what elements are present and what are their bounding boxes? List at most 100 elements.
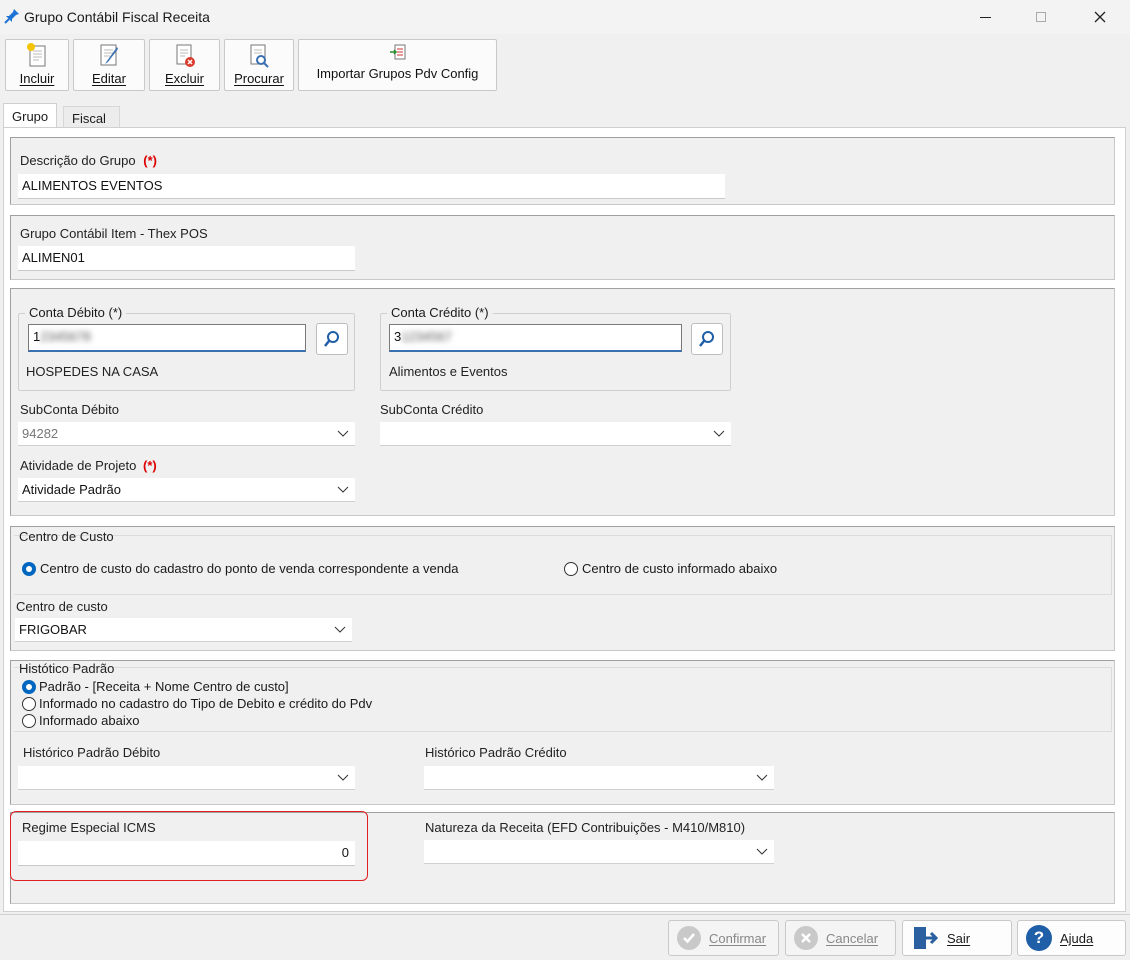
close-icon [1094, 11, 1106, 23]
item-input[interactable]: ALIMEN01 [18, 246, 355, 271]
radio-empty-icon [22, 696, 36, 711]
required-mark: (*) [143, 153, 157, 168]
search-icon [324, 331, 339, 347]
procurar-button[interactable]: Procurar [224, 39, 294, 91]
close-button[interactable] [1077, 0, 1123, 34]
natureza-select[interactable] [424, 840, 774, 864]
tab-grupo[interactable]: Grupo [3, 103, 58, 128]
descricao-label-text: Descrição do Grupo [20, 153, 136, 168]
radio-empty-icon [564, 561, 578, 576]
conta-credito-input[interactable]: 31234567 [389, 324, 682, 352]
minimize-icon [979, 16, 991, 18]
atividade-value: Atividade Padrão [22, 482, 122, 497]
descricao-label: Descrição do Grupo (*) [20, 153, 157, 168]
window-title: Grupo Contábil Fiscal Receita [24, 9, 210, 25]
descricao-input[interactable]: ALIMENTOS EVENTOS [18, 174, 725, 199]
required-mark: (*) [142, 458, 157, 473]
conta-debito-redacted: 2345678 [40, 329, 91, 344]
conta-debito-search-button[interactable] [316, 323, 348, 355]
centro-custo-value: FRIGOBAR [19, 622, 87, 637]
confirmar-button[interactable]: Confirmar [668, 920, 779, 956]
editar-button[interactable]: Editar [73, 39, 145, 91]
chevron-down-icon [334, 626, 346, 633]
regime-input[interactable]: 0 [18, 841, 355, 866]
centro-combo-label: Centro de custo [16, 599, 108, 614]
chevron-down-icon [337, 430, 349, 437]
help-icon: ? [1026, 925, 1052, 951]
incluir-label: Incluir [19, 71, 55, 86]
historico-debito-label: Histórico Padrão Débito [23, 745, 161, 760]
importar-button[interactable]: Importar Grupos Pdv Config [298, 39, 497, 91]
centro-option1-label: Centro de custo do cadastro do ponto de … [40, 561, 459, 576]
conta-credito-title: Conta Crédito (*) [387, 305, 493, 320]
centro-custo-select[interactable]: FRIGOBAR [15, 618, 352, 642]
chevron-down-icon [756, 774, 768, 781]
historico-title: Histótico Padrão [19, 661, 115, 676]
tab-fiscal[interactable]: Fiscal [63, 106, 120, 128]
sair-button[interactable]: Sair [902, 920, 1012, 956]
cancel-icon [794, 926, 818, 950]
delete-document-icon [176, 44, 195, 67]
ajuda-button[interactable]: ? Ajuda [1017, 920, 1126, 956]
edit-document-icon [100, 44, 118, 66]
atividade-label-text: Atividade de Projeto [20, 458, 137, 473]
editar-label: Editar [92, 71, 126, 86]
centro-option1[interactable]: Centro de custo do cadastro do ponto de … [22, 561, 458, 576]
pin-icon [4, 8, 20, 24]
conta-credito-redacted: 1234567 [401, 329, 452, 344]
historico-credito-label: Histórico Padrão Crédito [425, 745, 567, 760]
radio-empty-icon [22, 713, 36, 728]
maximize-icon [1036, 12, 1046, 22]
subconta-credito-select[interactable] [380, 422, 731, 446]
check-icon [677, 926, 701, 950]
sair-label: Sair [947, 930, 971, 946]
subconta-debito-select[interactable]: 94282 [18, 422, 355, 446]
conta-credito-desc: Alimentos e Eventos [389, 364, 508, 379]
subconta-credito-label: SubConta Crédito [380, 402, 484, 417]
minimize-button[interactable] [962, 0, 1008, 34]
subconta-debito-label: SubConta Débito [20, 402, 120, 417]
chevron-down-icon [713, 430, 725, 437]
exit-icon [914, 927, 939, 949]
item-label: Grupo Contábil Item - Thex POS [20, 226, 208, 241]
radio-selected-icon [22, 679, 36, 694]
conta-credito-search-button[interactable] [691, 323, 723, 355]
centro-option2-label: Centro de custo informado abaixo [582, 561, 778, 576]
procurar-label: Procurar [234, 71, 284, 86]
conta-debito-input[interactable]: 12345678 [28, 324, 306, 352]
maximize-button[interactable] [1018, 0, 1064, 34]
ajuda-label: Ajuda [1060, 930, 1094, 946]
chevron-down-icon [337, 774, 349, 781]
historico-debito-select[interactable] [18, 766, 355, 790]
radio-selected-icon [22, 561, 36, 576]
regime-label: Regime Especial ICMS [22, 820, 156, 835]
centro-title: Centro de Custo [19, 529, 114, 544]
historico-option3-label: Informado abaixo [39, 713, 140, 728]
import-icon [389, 44, 405, 60]
historico-option2-label: Informado no cadastro do Tipo de Debito … [39, 696, 373, 711]
importar-label: Importar Grupos Pdv Config [316, 66, 479, 81]
conta-debito-desc: HOSPEDES NA CASA [26, 364, 159, 379]
historico-option3[interactable]: Informado abaixo [22, 713, 139, 728]
historico-credito-select[interactable] [424, 766, 774, 790]
search-document-icon [250, 44, 269, 68]
excluir-button[interactable]: Excluir [149, 39, 220, 91]
atividade-label: Atividade de Projeto (*) [20, 458, 157, 473]
natureza-label: Natureza da Receita (EFD Contribuições -… [425, 820, 746, 835]
conta-debito-title: Conta Débito (*) [25, 305, 127, 320]
new-document-icon [27, 43, 46, 67]
chevron-down-icon [337, 486, 349, 493]
historico-option2[interactable]: Informado no cadastro do Tipo de Debito … [22, 696, 372, 711]
title-bar: Grupo Contábil Fiscal Receita [0, 0, 1130, 34]
subconta-debito-value: 94282 [22, 426, 59, 441]
chevron-down-icon [756, 848, 768, 855]
excluir-label: Excluir [164, 71, 204, 86]
cancelar-button[interactable]: Cancelar [785, 920, 896, 956]
confirmar-label: Confirmar [709, 930, 767, 946]
historico-option1[interactable]: Padrão - [Receita + Nome Centro de custo… [22, 679, 289, 694]
footer-divider [0, 914, 1130, 915]
incluir-button[interactable]: Incluir [5, 39, 69, 91]
centro-option2[interactable]: Centro de custo informado abaixo [564, 561, 777, 576]
atividade-select[interactable]: Atividade Padrão [18, 478, 355, 502]
historico-option1-label: Padrão - [Receita + Nome Centro de custo… [39, 679, 289, 694]
